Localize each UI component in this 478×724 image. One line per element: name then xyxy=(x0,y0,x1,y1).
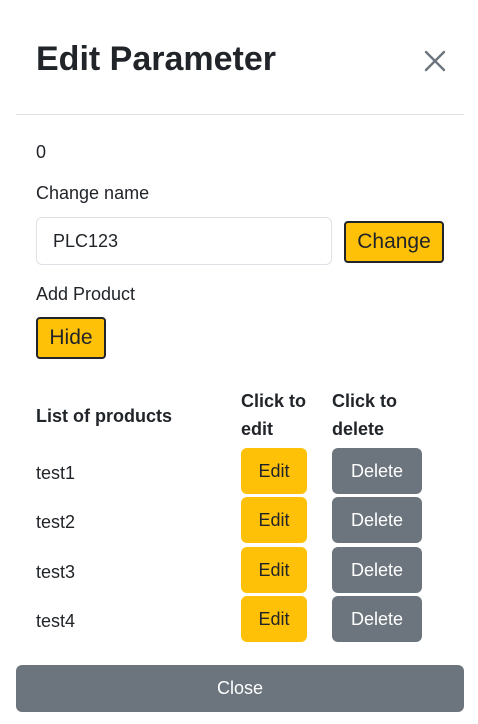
close-x-icon[interactable] xyxy=(422,48,448,74)
delete-button[interactable]: Delete xyxy=(332,448,422,494)
edit-button[interactable]: Edit xyxy=(241,497,307,543)
edit-button[interactable]: Edit xyxy=(241,448,307,494)
delete-button[interactable]: Delete xyxy=(332,596,422,642)
delete-button[interactable]: Delete xyxy=(332,547,422,593)
column-header-edit: Click to edit xyxy=(241,391,307,439)
add-product-label: Add Product xyxy=(36,284,136,304)
delete-button[interactable]: Delete xyxy=(332,497,422,543)
modal-header: Edit Parameter xyxy=(16,0,464,115)
product-name: test2 xyxy=(36,512,76,532)
name-input[interactable] xyxy=(36,217,332,265)
column-header-products: List of products xyxy=(36,406,172,426)
product-name: test1 xyxy=(36,463,76,483)
edit-parameter-modal: Edit Parameter 0 Change name Change Add … xyxy=(0,0,478,724)
edit-button[interactable]: Edit xyxy=(241,596,307,642)
close-button[interactable]: Close xyxy=(16,665,464,712)
product-name: test3 xyxy=(36,562,76,582)
parameter-value: 0 xyxy=(36,142,47,162)
edit-button[interactable]: Edit xyxy=(241,547,307,593)
product-name: test4 xyxy=(36,611,76,631)
column-header-delete: Click to delete xyxy=(332,391,398,439)
modal-title: Edit Parameter xyxy=(36,40,276,78)
hide-button[interactable]: Hide xyxy=(36,317,106,359)
change-button[interactable]: Change xyxy=(344,221,444,263)
change-name-label: Change name xyxy=(36,183,150,203)
